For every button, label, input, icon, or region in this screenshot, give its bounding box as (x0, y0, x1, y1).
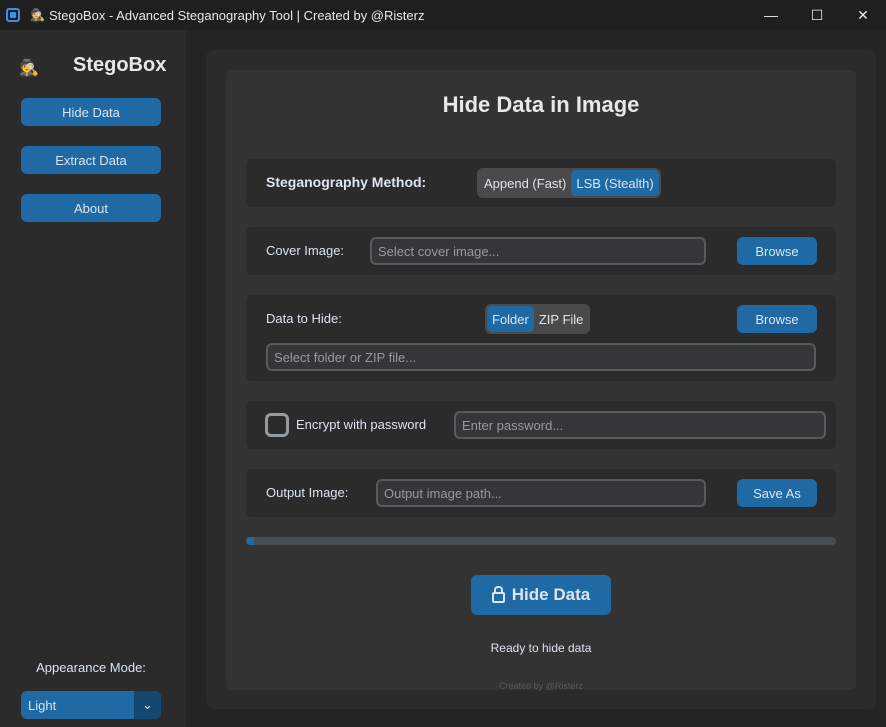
close-icon[interactable]: ✕ (840, 0, 886, 30)
page-title: Hide Data in Image (442, 92, 640, 117)
data-browse-button[interactable]: Browse (737, 305, 817, 333)
data-type-option-zip[interactable]: ZIP File (534, 306, 589, 332)
hide-data-nav-button[interactable]: Hide Data (21, 98, 161, 126)
credit-text: Created by @Risterz (499, 681, 583, 691)
sidebar: 🕵 StegoBox Hide Data Extract Data About … (0, 30, 186, 727)
cover-image-card: Cover Image: Select cover image... Brows… (246, 227, 836, 275)
data-to-hide-label: Data to Hide: (266, 311, 342, 326)
progress-bar-fill (246, 537, 254, 545)
appearance-mode-select[interactable]: Light ⌄ (21, 691, 161, 719)
output-path-input[interactable]: Output image path... (376, 479, 706, 507)
output-image-label: Output Image: (266, 485, 349, 500)
extract-data-nav-button[interactable]: Extract Data (21, 146, 161, 174)
data-to-hide-card: Data to Hide: Folder ZIP File Browse Sel… (246, 295, 836, 381)
encrypt-checkbox[interactable] (265, 413, 289, 437)
lock-icon (491, 586, 505, 603)
spy-icon: 🕵 (30, 8, 45, 22)
save-as-button[interactable]: Save As (737, 479, 817, 507)
encrypt-label[interactable]: Encrypt with password (296, 417, 426, 432)
minimize-icon[interactable]: — (748, 0, 794, 30)
hide-data-button-label: Hide Data (511, 585, 591, 604)
appearance-mode-value: Light (28, 697, 57, 713)
chevron-down-icon[interactable]: ⌄ (134, 691, 161, 719)
progress-bar (246, 537, 836, 545)
method-card: Steganography Method: Append (Fast) LSB … (246, 159, 836, 207)
title-bar: 🕵 StegoBox - Advanced Steganography Tool… (0, 0, 886, 30)
data-type-segmented-control: Folder ZIP File (485, 304, 591, 334)
cover-image-input[interactable]: Select cover image... (370, 237, 706, 265)
app-icon (6, 8, 20, 22)
cover-image-label: Cover Image: (266, 243, 345, 258)
about-nav-button[interactable]: About (21, 194, 161, 222)
output-card: Output Image: Output image path... Save … (246, 469, 836, 517)
window-controls: — ☐ ✕ (748, 0, 886, 30)
maximize-icon[interactable]: ☐ (794, 0, 840, 30)
data-path-input[interactable]: Select folder or ZIP file... (266, 343, 816, 371)
app-logo-text: StegoBox (73, 54, 167, 76)
window-title: StegoBox - Advanced Steganography Tool |… (48, 7, 425, 23)
encrypt-card: Encrypt with password Enter password... (246, 401, 836, 449)
cover-browse-button[interactable]: Browse (737, 237, 817, 265)
password-input[interactable]: Enter password... (454, 411, 826, 439)
method-label: Steganography Method: (266, 174, 427, 190)
data-type-option-folder[interactable]: Folder (487, 306, 534, 332)
hide-data-button[interactable]: Hide Data (471, 575, 611, 615)
method-option-append[interactable]: Append (Fast) (479, 170, 571, 196)
appearance-mode-label: Appearance Mode: (36, 660, 146, 675)
spy-logo-icon: 🕵 (19, 60, 39, 77)
method-segmented-control: Append (Fast) LSB (Stealth) (477, 168, 661, 198)
method-option-lsb[interactable]: LSB (Stealth) (571, 170, 659, 196)
status-text: Ready to hide data (490, 641, 592, 655)
